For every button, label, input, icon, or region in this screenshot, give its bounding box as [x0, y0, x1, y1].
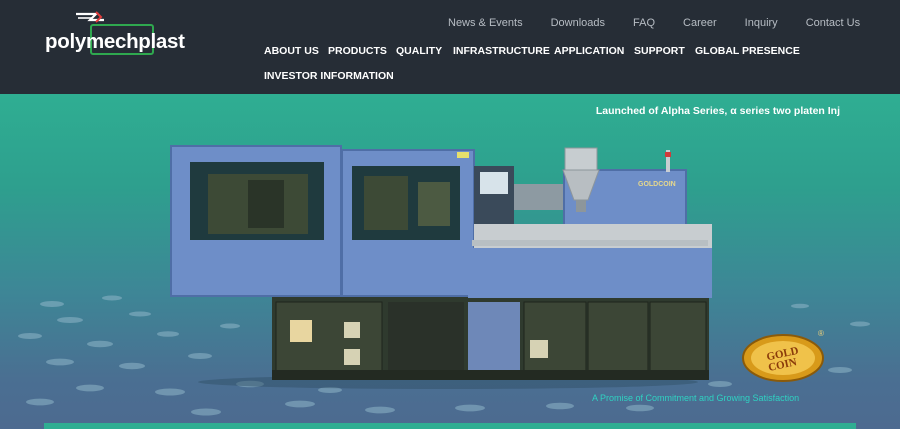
nav-item-quality[interactable]: QUALITY	[396, 45, 442, 57]
brand-logo[interactable]: polymechplast	[42, 10, 207, 58]
nav-item-infrastructure[interactable]: INFRASTRUCTURE	[453, 45, 550, 57]
util-link-news-events[interactable]: News & Events	[448, 17, 523, 31]
svg-text:GOLDCOIN: GOLDCOIN	[638, 181, 676, 188]
nav-item-application[interactable]: APPLICATION	[554, 45, 624, 57]
nav-item-global-presence[interactable]: GLOBAL PRESENCE	[695, 45, 800, 57]
util-link-contact-us[interactable]: Contact Us	[806, 17, 860, 31]
hero-tagline: A Promise of Commitment and Growing Sati…	[592, 393, 800, 403]
nav-item-about-us[interactable]: ABOUT US	[264, 45, 319, 57]
page: polymechplast News & Events Downloads FA…	[0, 0, 900, 429]
utility-nav: News & Events Downloads FAQ Career Inqui…	[448, 17, 860, 31]
hero-bottom-bar	[44, 423, 856, 429]
nav-item-support[interactable]: SUPPORT	[634, 45, 685, 57]
util-link-inquiry[interactable]: Inquiry	[745, 17, 778, 31]
svg-text:®: ®	[818, 329, 824, 338]
brand-name: polymechplast	[45, 30, 185, 53]
gold-coin-badge: GOLD COIN ®	[742, 329, 824, 382]
hero-banner: Launched of Alpha Series, α series two p…	[0, 94, 900, 429]
util-link-downloads[interactable]: Downloads	[551, 17, 605, 31]
nav-item-investor-information[interactable]: INVESTOR INFORMATION	[264, 70, 394, 82]
util-link-career[interactable]: Career	[683, 17, 717, 31]
site-header: polymechplast News & Events Downloads FA…	[0, 0, 900, 94]
nav-item-products[interactable]: PRODUCTS	[328, 45, 387, 57]
hero-caption: Launched of Alpha Series, α series two p…	[595, 105, 840, 117]
injection-molding-machine-image: GOLDCOIN	[170, 145, 712, 389]
util-link-faq[interactable]: FAQ	[633, 17, 655, 31]
